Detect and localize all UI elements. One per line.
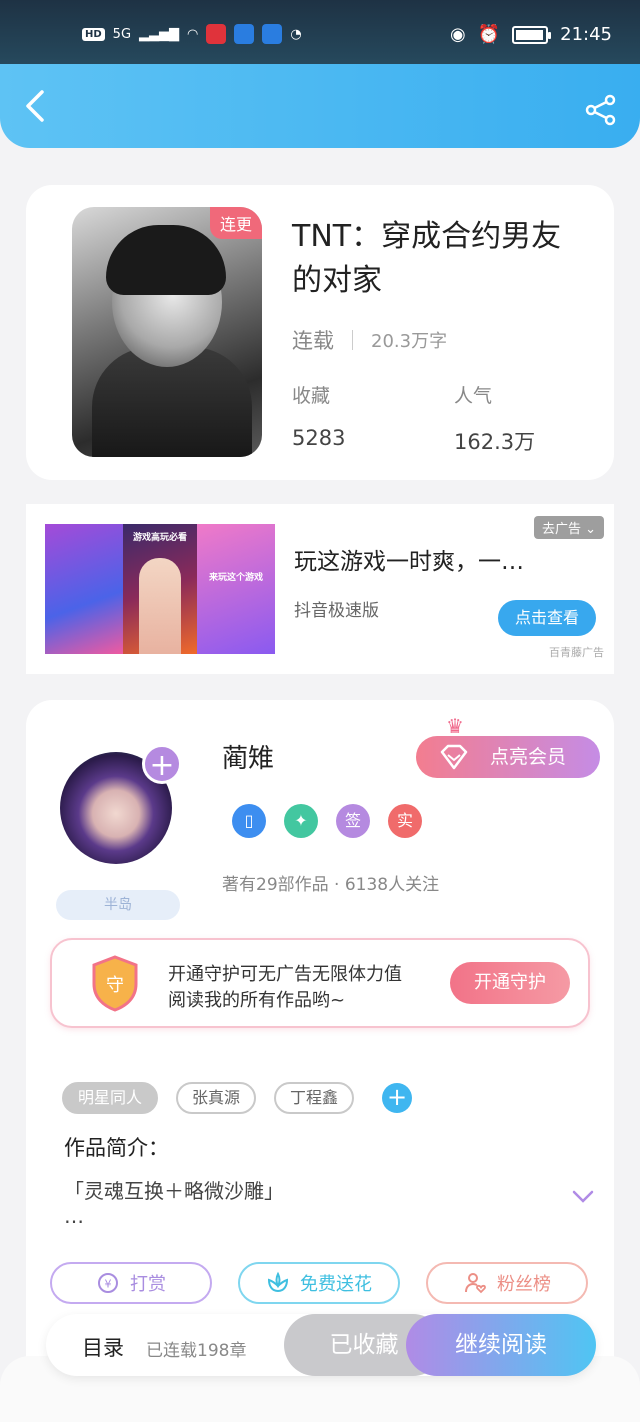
ad-image-panel [45,524,123,654]
author-name[interactable]: 蔺雉 [222,738,274,775]
hd-badge: HD [82,27,105,41]
ad-source: 抖音极速版 [294,601,379,621]
cover-figure-hair [106,225,226,295]
book-cover[interactable]: 连更 [72,207,262,457]
status-icons-right: ◉ ⏰ 21:45 [450,24,612,45]
author-badges: ▯ ✦ 签 实 [232,804,422,838]
verified-badge[interactable]: 实 [388,804,422,838]
popularity-value: 162.3万 [454,430,536,454]
ad-credit: 百青藤广告 [549,646,604,659]
intro-text: 「灵魂互换＋略微沙雕」 [64,1179,284,1203]
intro-ellipsis: … [64,1204,84,1228]
top-header [0,64,640,148]
share-icon[interactable] [584,94,618,126]
chevron-down-icon[interactable] [572,1190,594,1204]
ad-banner[interactable]: 游戏高玩必看 来玩这个游戏 去广告 ⌄ 玩这游戏一时爽，一… 抖音极速版 点击查… [26,504,614,674]
ad-title: 玩这游戏一时爽，一… [294,549,524,575]
wifi-icon: ◠ [187,26,199,42]
ad-cta-button[interactable]: 点击查看 [498,600,596,636]
bottom-action-bar: 目录 已连载198章 已收藏 继续阅读 [46,1314,596,1376]
signal-icon: ▂▃▅▇ [139,26,180,42]
add-tag-button[interactable]: + [382,1083,413,1113]
battery-icon [512,25,552,44]
author-tag: 半岛 [56,890,180,920]
back-arrow-icon[interactable] [22,88,52,124]
favorites-value: 5283 [292,426,346,450]
app-notification-icon [206,24,227,44]
ad-image-panel: 来玩这个游戏 [197,524,275,654]
diamond-icon [440,744,468,770]
svg-text:¥: ¥ [105,1278,112,1291]
eye-icon: ◉ [449,24,466,45]
guard-text-line2: 阅读我的所有作品哟~ [168,990,346,1011]
network-label: 5G [112,26,132,42]
tip-button[interactable]: ¥ 打赏 [50,1262,212,1304]
favorites-label: 收藏 [292,385,331,407]
guard-text: 开通守护可无广告无限体力值 阅读我的所有作品哟~ [168,962,402,1014]
ad-presenter [139,558,181,654]
crown-icon: ♛ [446,714,464,738]
clock: 21:45 [560,24,612,45]
guard-text-line1: 开通守护可无广告无限体力值 [168,964,402,985]
book-status: 连载 [292,329,334,353]
follow-plus-button[interactable]: + [142,744,182,784]
popularity-label: 人气 [454,385,493,407]
vip-button[interactable]: 点亮会员 [416,736,600,778]
favorites-stat: 收藏 5283 [292,381,345,450]
remove-ad-button[interactable]: 去广告 ⌄ [533,516,604,539]
popularity-stat: 人气 162.3万 [454,381,535,456]
fans-ranking-label: 粉丝榜 [497,1274,551,1295]
ad-image-caption: 游戏高玩必看 [132,533,187,543]
handshake-badge-icon[interactable]: ✦ [284,804,318,838]
guard-shield-icon: 守 [92,955,138,1012]
chapter-count[interactable]: 已连载198章 [146,1336,246,1361]
continue-reading-button[interactable]: 继续阅读 [406,1314,596,1376]
free-flower-button[interactable]: 免费送花 [238,1262,400,1304]
qq-icon: ◔ [290,26,302,42]
works-summary: 著有29部作品 · 6138人关注 [222,875,440,895]
divider [352,330,353,350]
status-bar: HD 5G ▂▃▅▇ ◠ ◔ ◉ ⏰ 21:45 [0,0,640,64]
chevron-down-icon: ⌄ [585,522,596,537]
action-buttons: ¥ 打赏 免费送花 粉丝榜 [50,1262,588,1304]
free-flower-label: 免费送花 [300,1274,372,1295]
serial-badge: 连更 [209,207,262,239]
tag-list: 明星同人 张真源 丁程鑫 + [62,1082,413,1114]
tag-item[interactable]: 明星同人 [62,1082,159,1114]
toc-button[interactable]: 目录 [82,1332,124,1362]
intro-title: 作品简介： [64,1136,169,1160]
tag-item[interactable]: 张真源 [176,1082,257,1114]
phone-badge-icon[interactable]: ▯ [232,804,266,838]
word-count: 20.3万字 [371,331,448,352]
coin-icon: ¥ [98,1273,118,1293]
app-notification-icon [234,24,255,44]
book-title: TNT：穿成合约男友的对家 [292,219,562,298]
signed-badge[interactable]: 签 [336,804,370,838]
book-meta: 连载 20.3万字 [292,325,447,355]
book-info-card: 连更 TNT：穿成合约男友的对家 连载 20.3万字 收藏 5283 人气 16… [26,185,614,480]
guard-banner[interactable]: 守 开通守护可无广告无限体力值 阅读我的所有作品哟~ 开通守护 [50,938,590,1028]
ad-image-caption: 来玩这个游戏 [208,573,263,583]
ad-image[interactable]: 游戏高玩必看 来玩这个游戏 [45,524,275,654]
remove-ad-label: 去广告 [541,522,581,537]
user-heart-icon [465,1273,486,1294]
open-guard-button[interactable]: 开通守护 [450,962,570,1004]
fans-ranking-button[interactable]: 粉丝榜 [426,1262,588,1304]
flower-icon [267,1271,289,1293]
ad-image-panel: 游戏高玩必看 [123,524,197,654]
alarm-icon: ⏰ [477,24,501,45]
tip-label: 打赏 [130,1274,166,1295]
tag-item[interactable]: 丁程鑫 [274,1082,355,1114]
status-icons-left: HD 5G ▂▃▅▇ ◠ ◔ [82,24,302,44]
vip-button-label: 点亮会员 [490,746,567,768]
app-notification-icon [262,24,283,44]
guard-icon-label: 守 [106,975,124,996]
